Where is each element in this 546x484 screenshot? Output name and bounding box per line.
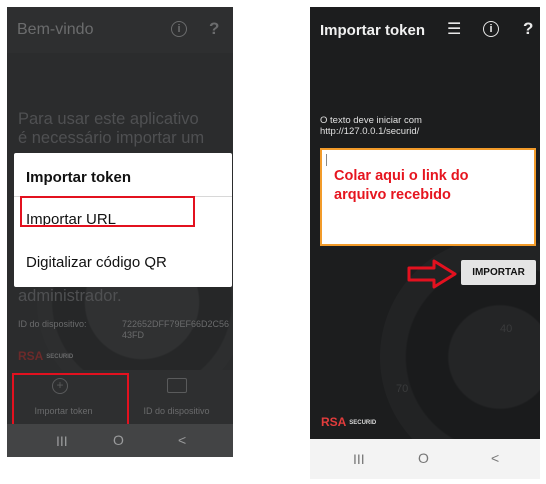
page-title: Bem-vindo (17, 21, 94, 38)
home-icon[interactable]: O (418, 450, 429, 466)
menu-item-scan-qr[interactable]: Digitalizar código QR (26, 254, 167, 271)
instruction-line-1: O texto deve iniciar com (320, 115, 422, 126)
rsa-logo: RSA SECURID (321, 415, 376, 429)
rsa-logo: RSA SECURID (18, 349, 73, 363)
left-phone-screen: Bem-vindo i ? Para usar este aplicativo … (7, 7, 233, 457)
help-icon[interactable]: ? (523, 19, 533, 39)
rsa-logo-text: RSA (321, 415, 346, 429)
instruction-line-2: http://127.0.0.1/securid/ (320, 126, 420, 137)
welcome-text: Para usar este aplicativo é necessário i… (18, 110, 228, 148)
info-icon[interactable]: i (171, 21, 187, 37)
menu-title: Importar token (26, 169, 132, 186)
welcome-text-line-2: é necessário importar um (18, 129, 205, 147)
system-nav-bar: III O < (7, 424, 233, 457)
rsa-logo-text: RSA (18, 349, 43, 363)
dial-number: 40 (500, 323, 513, 335)
recent-apps-icon[interactable]: III (353, 451, 365, 467)
dial-number: 70 (396, 383, 409, 395)
paste-link-annotation: Colar aqui o link do arquivo recebido (334, 168, 469, 203)
token-url-input[interactable]: Colar aqui o link do arquivo recebido (320, 148, 536, 246)
tab-label: ID do dispositivo (143, 406, 210, 416)
device-id-value: 722652DFF79EF66D2C56 43FD (122, 319, 230, 340)
back-icon[interactable]: < (178, 432, 186, 448)
app-bar: Importar token ☰ i ? (310, 7, 540, 53)
highlight-box-import-token-tab (12, 373, 129, 430)
instruction-text: O texto deve iniciar com http://127.0.0.… (320, 115, 530, 137)
arrow-right-icon (407, 259, 457, 289)
tab-device-id[interactable]: ID do dispositivo (120, 372, 233, 422)
highlight-box-import-url (20, 196, 195, 227)
app-bar: Bem-vindo i ? (7, 7, 233, 53)
system-nav-bar: III O < (310, 439, 540, 479)
list-icon[interactable]: ☰ (447, 19, 461, 39)
help-icon[interactable]: ? (209, 19, 219, 39)
right-phone-screen: Importar token ☰ i ? O texto deve inicia… (310, 7, 540, 439)
securid-logo-text: SECURID (349, 419, 377, 426)
info-icon[interactable]: i (483, 21, 499, 37)
device-id-label: ID do dispositivo: (18, 319, 87, 329)
page-title: Importar token (320, 22, 426, 39)
recent-apps-icon[interactable]: III (56, 433, 68, 449)
welcome-text-line-1: Para usar este aplicativo (18, 110, 199, 128)
securid-logo-text: SECURID (46, 353, 74, 360)
import-button[interactable]: IMPORTAR (461, 260, 536, 285)
id-card-icon (167, 378, 187, 393)
home-icon[interactable]: O (113, 432, 124, 448)
welcome-text-bottom: administrador. (18, 287, 122, 305)
back-icon[interactable]: < (491, 450, 499, 466)
import-token-menu: Importar token Importar URL Digitalizar … (14, 153, 232, 287)
text-cursor (326, 154, 327, 166)
